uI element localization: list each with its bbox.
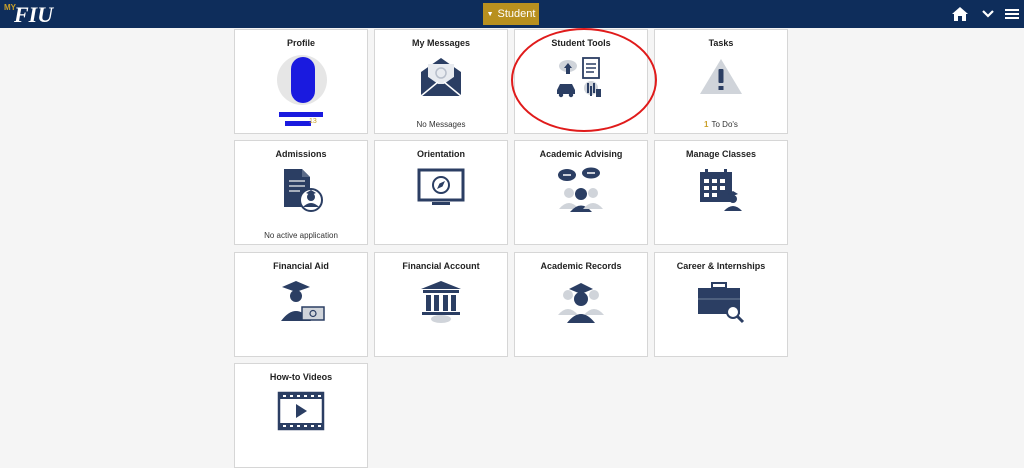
tile-academic-advising[interactable]: Academic Advising (514, 140, 648, 245)
tile-title: Financial Account (402, 261, 480, 271)
tile-title: Financial Aid (273, 261, 329, 271)
tile-title: Student Tools (551, 38, 611, 48)
graduates-icon (558, 283, 604, 323)
todo-count: 1 (704, 120, 709, 129)
tile-my-messages[interactable]: My Messages No Messages (374, 29, 508, 134)
todo-label: To Do's (711, 120, 738, 129)
graduate-money-icon (281, 281, 325, 321)
redacted-name (279, 112, 323, 117)
caret-down-icon: ▼ (486, 10, 494, 18)
tile-profile[interactable]: Profile 13 (234, 29, 368, 134)
menu-icon[interactable] (1003, 6, 1021, 22)
tile-career-internships[interactable]: Career & Internships (654, 252, 788, 357)
admissions-status: No active application (264, 231, 338, 240)
tile-title: My Messages (411, 38, 471, 48)
messages-status: No Messages (416, 120, 466, 129)
student-nav-dropdown[interactable]: ▼ Student (483, 3, 539, 25)
tile-title: Academic Records (540, 261, 622, 271)
tile-orientation[interactable]: Orientation (374, 140, 508, 245)
home-icon[interactable] (951, 6, 969, 22)
tile-tasks[interactable]: Tasks 1 To Do's (654, 29, 788, 134)
tasks-status: 1 To Do's (655, 120, 787, 129)
tile-title: How-to Videos (269, 372, 333, 382)
tile-title: Manage Classes (685, 149, 757, 159)
advising-icon (558, 167, 603, 212)
tile-title: Orientation (416, 149, 465, 159)
calendar-student-icon (700, 169, 742, 211)
tile-financial-account[interactable]: Financial Account (374, 252, 508, 357)
avatar (277, 55, 327, 105)
briefcase-icon (698, 282, 745, 324)
tile-academic-records[interactable]: Academic Records (514, 252, 648, 357)
tile-manage-classes[interactable]: Manage Classes (654, 140, 788, 245)
tile-title: Tasks (708, 38, 734, 48)
video-icon (277, 391, 325, 431)
tile-title: Admissions (275, 149, 327, 159)
tile-financial-aid[interactable]: Financial Aid (234, 252, 368, 357)
tile-title: Profile (286, 38, 315, 48)
tile-student-tools[interactable]: Student Tools (514, 29, 648, 134)
tile-title: Career & Internships (676, 261, 766, 271)
application-icon (284, 169, 323, 212)
nav-dropdown-label: Student (497, 8, 536, 20)
compass-monitor-icon (417, 168, 465, 205)
envelope-icon (420, 58, 462, 97)
warning-icon (700, 59, 742, 94)
tools-icon (557, 57, 601, 98)
top-navigation-bar: MY FIU ▼ Student (0, 0, 1024, 28)
profile-id-suffix: 13 (309, 118, 317, 125)
logo-fiu-text: FIU (14, 2, 54, 27)
tile-admissions[interactable]: Admissions No active application (234, 140, 368, 245)
tile-title: Academic Advising (539, 149, 623, 159)
bank-icon (421, 281, 461, 323)
chevron-down-icon[interactable] (979, 6, 997, 22)
tile-how-to-videos[interactable]: How-to Videos (234, 363, 368, 468)
redacted-id (285, 121, 311, 126)
